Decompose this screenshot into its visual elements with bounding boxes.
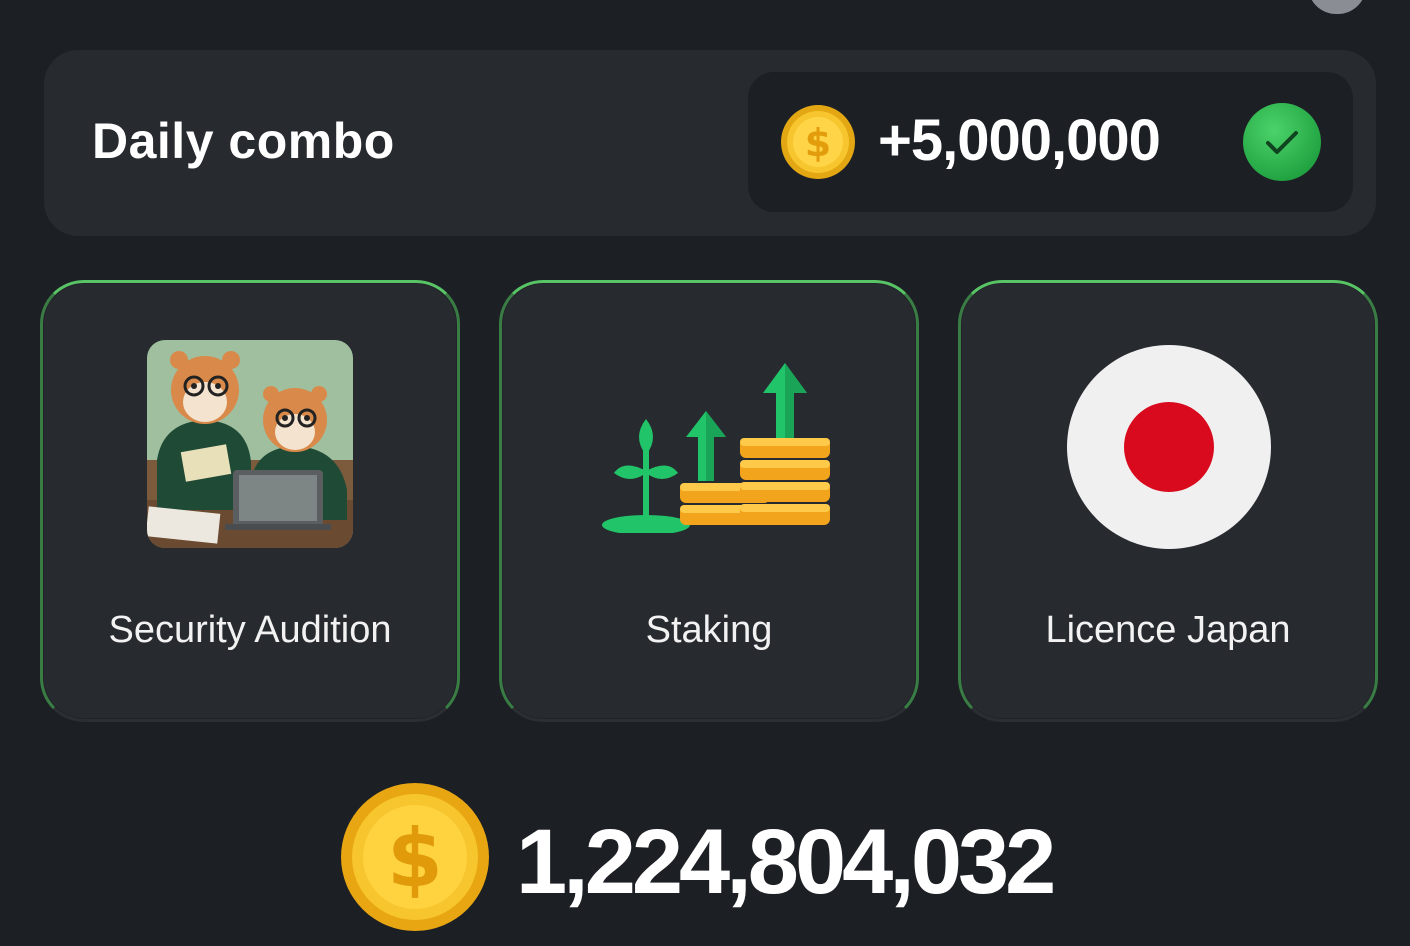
combo-card-licence-japan[interactable]: Licence Japan <box>958 280 1378 722</box>
daily-combo-screen: Daily combo $ +5,000,000 Security Auditi… <box>0 0 1410 946</box>
card-label-licence-japan: Licence Japan <box>1045 609 1291 651</box>
hamsters-auditing-illustration <box>147 340 353 548</box>
daily-combo-title: Daily combo <box>92 113 395 169</box>
daily-combo-panel: Daily combo $ +5,000,000 <box>44 50 1376 236</box>
coin-balance: $ 1,224,804,032 <box>340 782 1100 934</box>
coin-icon: $ <box>781 105 855 179</box>
balance-amount: 1,224,804,032 <box>516 811 1056 913</box>
combo-card-staking[interactable]: Staking <box>499 280 919 722</box>
coin-icon: $ <box>341 783 489 931</box>
card-label-security-audition: Security Audition <box>108 609 392 651</box>
combo-reward-box: $ +5,000,000 <box>748 72 1353 212</box>
profile-avatar-edge[interactable] <box>1308 0 1366 14</box>
card-label-staking: Staking <box>645 609 773 651</box>
combo-reward-amount: +5,000,000 <box>878 108 1161 173</box>
japan-flag-icon <box>1067 345 1271 549</box>
completed-check-icon <box>1243 103 1321 181</box>
staking-growth-icon <box>602 363 830 533</box>
svg-text:$: $ <box>805 121 831 165</box>
combo-card-security-audition[interactable]: Security Audition <box>40 280 460 722</box>
svg-text:$: $ <box>387 812 443 905</box>
